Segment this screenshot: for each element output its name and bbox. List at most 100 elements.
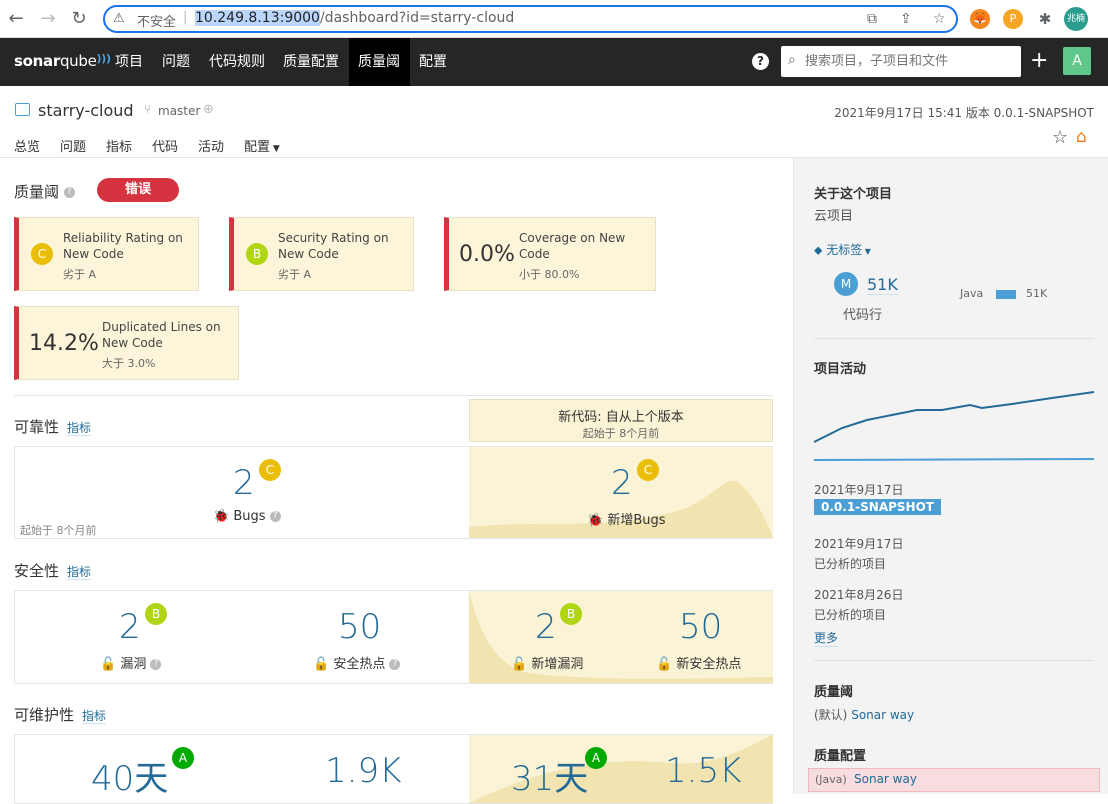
back-icon[interactable]: ← (5, 8, 27, 30)
since-label: 起始于 8个月前 (20, 524, 97, 537)
favorite-star-icon[interactable]: ☆ (1052, 127, 1068, 148)
reliability-title-text: 可靠性 (14, 418, 60, 436)
project-name[interactable]: starry-cloud (38, 101, 134, 120)
new-code-smells-value[interactable]: 1.5K (665, 751, 741, 791)
more-activity-link[interactable]: 更多 (814, 629, 839, 647)
divider (814, 660, 1094, 661)
logo-text-a: sonar (14, 52, 60, 70)
language-bar (996, 290, 1016, 299)
search-icon: ⌕ (788, 52, 796, 68)
metamask-icon[interactable]: 🦊 (970, 9, 990, 29)
condition-threshold: 小于 80.0% (519, 268, 580, 281)
condition-coverage[interactable]: 0.0% Coverage on New Code 小于 80.0% (444, 217, 656, 291)
search-input[interactable] (805, 51, 1015, 71)
vulnerabilities-value[interactable]: 2 (119, 607, 141, 647)
vulnerabilities-rating-badge[interactable]: B (145, 603, 167, 625)
help-icon[interactable]: ? (389, 659, 401, 670)
branch-add-icon[interactable]: ⊕ (203, 102, 214, 117)
extension-p-icon[interactable]: P (1003, 9, 1023, 29)
tags-dropdown[interactable]: ⬥ 无标签 ▼ (814, 241, 871, 258)
new-vulnerabilities-label: 🔓 新增漏洞 (511, 653, 583, 672)
quality-profile-link[interactable]: Sonar way (854, 772, 917, 786)
tab-administration[interactable]: 配置 ▼ (244, 136, 280, 160)
quality-gate-link[interactable]: Sonar way (851, 708, 914, 722)
bugs-rating-badge[interactable]: C (259, 459, 281, 481)
new-debt-rating-badge[interactable]: A (585, 747, 607, 769)
quality-gate-title: 质量阈 ? (14, 181, 75, 202)
condition-security[interactable]: B Security Rating on New Code 劣于 A (229, 217, 414, 291)
forward-icon[interactable]: → (37, 8, 59, 30)
code-smells-value[interactable]: 1.9K (325, 751, 401, 791)
tab-code[interactable]: 代码 (152, 136, 178, 160)
url-host: 10.249.8.13:9000 (195, 10, 320, 26)
quality-gate-status-badge: 错误 (97, 178, 179, 202)
debt-rating-badge[interactable]: A (172, 747, 194, 769)
help-icon[interactable]: ? (269, 511, 281, 522)
logo-text-b: qube (59, 52, 97, 70)
project-icon (15, 103, 30, 116)
reload-icon[interactable]: ↻ (68, 8, 90, 30)
tab-activity[interactable]: 活动 (198, 136, 224, 160)
translate-icon[interactable]: ⧉ (867, 11, 877, 27)
nav-quality-gates[interactable]: 质量阈 (349, 38, 410, 86)
condition-value: 14.2% (29, 331, 99, 356)
bookmark-star-icon[interactable]: ☆ (933, 11, 946, 27)
profile-avatar[interactable]: 兆楠 (1064, 7, 1088, 31)
user-avatar[interactable]: A (1063, 47, 1091, 75)
condition-duplications[interactable]: 14.2% Duplicated Lines on New Code 大于 3.… (14, 306, 239, 380)
new-bugs-label: 🐞 新增Bugs (587, 509, 666, 528)
create-plus-icon[interactable]: + (1030, 48, 1048, 74)
new-hotspots-value[interactable]: 50 (679, 607, 722, 647)
lock-icon: 🔓 (511, 657, 528, 672)
nav-rules[interactable]: 代码规则 (200, 38, 274, 86)
branch-name[interactable]: master (158, 104, 200, 118)
help-icon[interactable]: ? (150, 659, 162, 670)
nav-issues[interactable]: 问题 (153, 38, 199, 86)
reliability-panel: 2 C 🐞 Bugs ? 起始于 8个月前 2 C 🐞 新增Bugs (14, 446, 773, 539)
nav-projects[interactable]: 项目 (106, 38, 152, 86)
security-measures-link[interactable]: 指标 (67, 565, 92, 580)
hotspots-value[interactable]: 50 (338, 607, 381, 647)
tab-issues[interactable]: 问题 (60, 136, 86, 160)
loc-value[interactable]: 51K (867, 275, 898, 295)
home-icon[interactable]: ⌂ (1076, 127, 1087, 147)
new-bugs-value[interactable]: 2 (611, 463, 633, 503)
about-title: 关于这个项目 (814, 187, 893, 202)
analysis-meta: 2021年9月17日 15:41 版本 0.0.1-SNAPSHOT (834, 106, 1094, 120)
sonarqube-logo[interactable]: sonarqube))) (14, 52, 111, 70)
url-text[interactable]: 10.249.8.13:9000/dashboard?id=starry-clo… (195, 10, 514, 26)
reliability-measures-link[interactable]: 指标 (67, 421, 92, 436)
event-date: 2021年9月17日 (814, 483, 904, 497)
nav-administration[interactable]: 配置 (410, 38, 456, 86)
bug-icon: 🐞 (213, 509, 230, 524)
new-vulnerabilities-value[interactable]: 2 (535, 607, 557, 647)
tab-administration-label: 配置 (244, 140, 271, 155)
bug-icon: 🐞 (587, 513, 604, 528)
new-bugs-rating-badge[interactable]: C (637, 459, 659, 481)
warning-icon[interactable]: ⚠ (113, 11, 125, 26)
debt-value[interactable]: 40天 (91, 751, 168, 800)
new-vulnerabilities-rating-badge[interactable]: B (560, 603, 582, 625)
help-icon[interactable]: ? (752, 53, 769, 70)
security-title: 安全性 指标 (14, 560, 92, 581)
share-icon[interactable]: ⇪ (900, 11, 912, 27)
security-panel: 2 B 🔓 漏洞 ? 50 🔓 安全热点 ? 2 B 🔓 新增漏洞 50 🔓 新… (14, 590, 773, 684)
vulnerabilities-label-text: 漏洞 (120, 657, 147, 672)
search-box[interactable]: ⌕ (781, 46, 1021, 77)
chevron-down-icon: ▼ (270, 144, 280, 154)
tab-measures[interactable]: 指标 (106, 136, 132, 160)
condition-label: Reliability Rating on New Code (63, 231, 183, 261)
tag-icon: ⬥ (814, 243, 823, 257)
condition-reliability[interactable]: C Reliability Rating on New Code 劣于 A (14, 217, 199, 291)
about-description: 云项目 (814, 209, 854, 224)
browser-toolbar: ← → ↻ ⚠ 不安全 | 10.249.8.13:9000/dashboard… (0, 0, 1108, 38)
help-icon[interactable]: ? (63, 187, 75, 198)
insecure-label: 不安全 (137, 15, 177, 30)
maintainability-measures-link[interactable]: 指标 (82, 709, 107, 724)
bugs-value[interactable]: 2 (233, 463, 255, 503)
new-debt-value[interactable]: 31天 (511, 751, 588, 800)
condition-threshold: 劣于 A (278, 268, 312, 281)
extensions-puzzle-icon[interactable]: ✱ (1035, 9, 1055, 29)
address-bar[interactable]: ⚠ 不安全 | 10.249.8.13:9000/dashboard?id=st… (103, 5, 958, 33)
nav-quality-profiles[interactable]: 质量配置 (274, 38, 348, 86)
